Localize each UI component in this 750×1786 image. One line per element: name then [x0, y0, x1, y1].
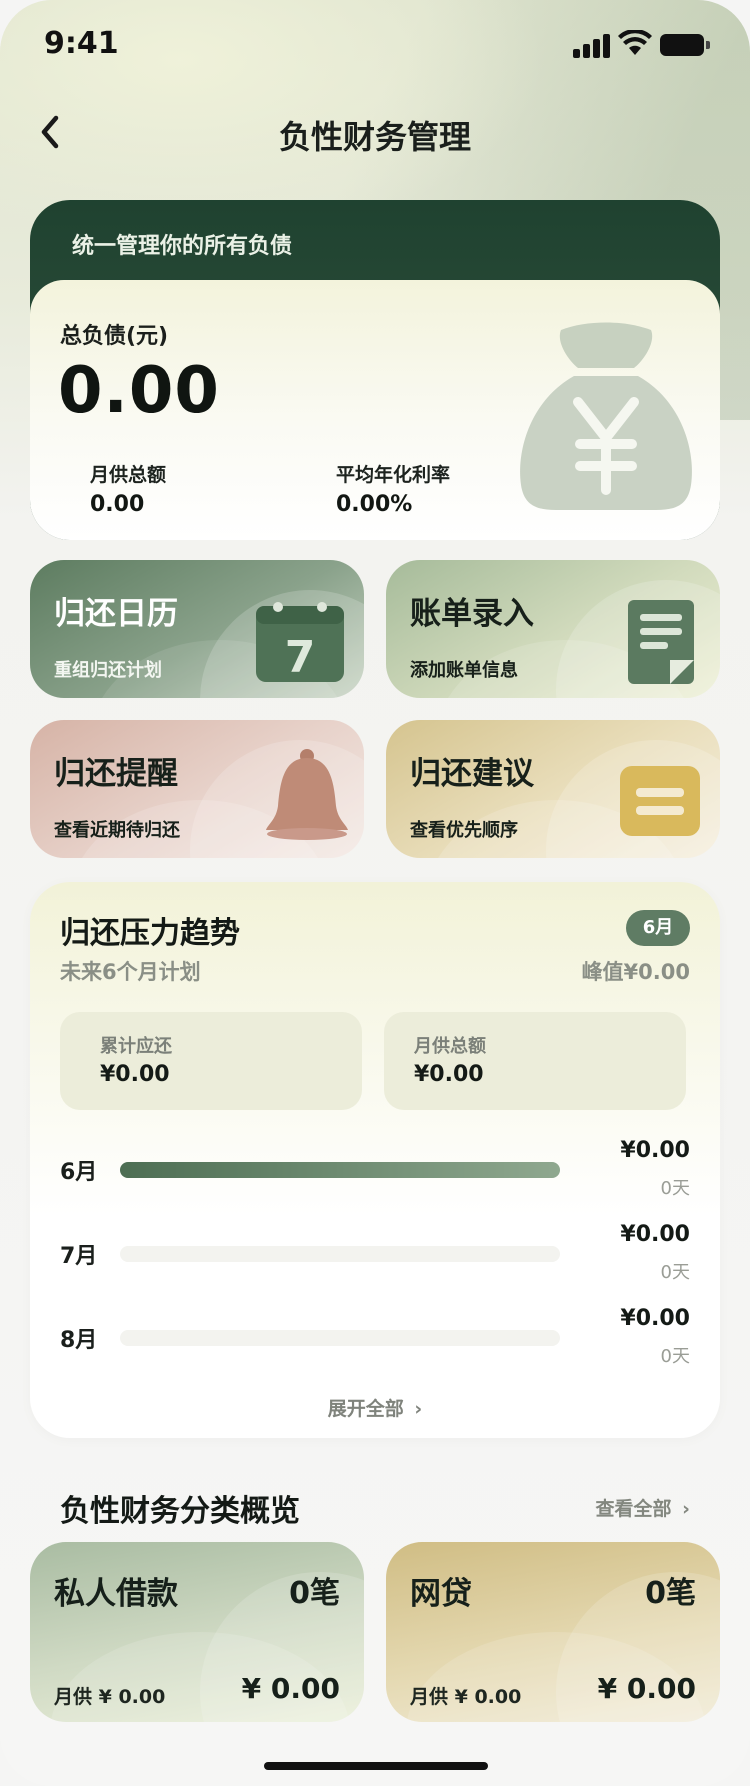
tile-subtitle: 查看优先顺序	[410, 820, 518, 841]
debt-summary-card: 统一管理你的所有负债 总负债(元) 0.00 月供总额 0.00 平均年化利率 …	[30, 200, 720, 540]
status-time: 9:41	[44, 26, 119, 61]
category-name: 网贷	[410, 1576, 472, 1612]
category-amount: ¥ 0.00	[597, 1672, 696, 1705]
trend-row-amount: ¥0.00	[620, 1138, 690, 1163]
document-edit-icon	[628, 600, 694, 684]
trend-row-days: 0天	[660, 1262, 690, 1283]
tile-title: 归还提醒	[54, 756, 178, 792]
bell-icon	[266, 749, 348, 840]
see-all-link[interactable]: 查看全部 ›	[596, 1494, 690, 1521]
trend-row-month: 6月	[60, 1160, 98, 1185]
trend-row-month: 7月	[60, 1244, 98, 1269]
trend-row-amount: ¥0.00	[620, 1222, 690, 1247]
calendar-icon: 7	[256, 602, 344, 683]
repay-calendar-tile[interactable]: 归还日历 重组归还计划 7	[30, 560, 364, 698]
calendar-day: 7	[285, 632, 316, 683]
monthly-total-label: 月供总额	[90, 464, 167, 486]
app-screen: 9:41 负性财务管理 统一管理你的所有负债 总负债(元) 0.00 月供总额 …	[0, 0, 750, 1786]
month-badge[interactable]: 6月	[626, 910, 690, 946]
repay-pressure-card: 归还压力趋势 未来6个月计划 6月 峰值¥0.00 累计应还 ¥0.00 月供总…	[30, 882, 720, 1438]
trend-row-days: 0天	[660, 1178, 690, 1199]
tile-title: 账单录入	[410, 596, 534, 632]
tile-subtitle: 查看近期待归还	[54, 820, 180, 841]
stat-label: 月供总额	[414, 1036, 486, 1057]
avg-rate-label: 平均年化利率	[336, 464, 451, 486]
expand-all-button[interactable]: 展开全部 ›	[30, 1394, 720, 1421]
message-icon	[620, 766, 700, 836]
category-section-title: 负性财务分类概览	[60, 1494, 300, 1529]
debt-card-header: 统一管理你的所有负债	[72, 234, 293, 259]
monthly-stat: 月供总额 ¥0.00	[384, 1012, 686, 1110]
trend-row-bar	[120, 1162, 560, 1178]
trend-subtitle: 未来6个月计划	[60, 960, 201, 984]
chevron-right-icon: ›	[414, 1398, 423, 1420]
wifi-icon	[618, 30, 652, 55]
trend-row-bar	[120, 1246, 560, 1262]
repay-advice-tile[interactable]: 归还建议 查看优先顺序	[386, 720, 720, 858]
peak-value: 峰值¥0.00	[581, 960, 690, 984]
expand-all-label: 展开全部	[327, 1398, 404, 1420]
chevron-right-icon: ›	[682, 1498, 690, 1520]
home-indicator[interactable]	[264, 1762, 488, 1770]
debt-card-body: 总负债(元) 0.00 月供总额 0.00 平均年化利率 0.00%	[30, 280, 720, 540]
category-monthly: 月供 ¥ 0.00	[410, 1686, 522, 1708]
trend-title: 归还压力趋势	[60, 916, 240, 951]
status-bar: 9:41	[0, 0, 750, 90]
trend-row-amount: ¥0.00	[620, 1306, 690, 1331]
trend-row-month: 8月	[60, 1328, 98, 1353]
tile-title: 归还日历	[54, 596, 178, 632]
trend-row-bar	[120, 1330, 560, 1346]
category-monthly: 月供 ¥ 0.00	[54, 1686, 166, 1708]
trend-row-days: 0天	[660, 1346, 690, 1367]
category-card-private-loan[interactable]: 私人借款 0笔 月供 ¥ 0.00 ¥ 0.00	[30, 1542, 364, 1722]
total-debt-label: 总负债(元)	[60, 324, 169, 349]
tile-subtitle: 添加账单信息	[410, 660, 518, 681]
cumulative-stat: 累计应还 ¥0.00	[60, 1012, 362, 1110]
tile-subtitle: 重组归还计划	[54, 660, 162, 681]
see-all-label: 查看全部	[595, 1498, 672, 1520]
category-name: 私人借款	[54, 1576, 178, 1612]
bill-entry-tile[interactable]: 账单录入 添加账单信息	[386, 560, 720, 698]
category-amount: ¥ 0.00	[241, 1672, 340, 1705]
trend-row-bar-fill	[120, 1162, 560, 1178]
category-card-online-loan[interactable]: 网贷 0笔 月供 ¥ 0.00 ¥ 0.00	[386, 1542, 720, 1722]
avg-rate-value: 0.00%	[336, 492, 413, 517]
page-title: 负性财务管理	[278, 118, 471, 156]
repay-reminder-tile[interactable]: 归还提醒 查看近期待归还	[30, 720, 364, 858]
tile-title: 归还建议	[410, 756, 534, 792]
battery-icon	[660, 34, 710, 56]
monthly-total-value: 0.00	[90, 492, 145, 517]
total-debt-value: 0.00	[58, 354, 220, 428]
stat-label: 累计应还	[100, 1036, 172, 1057]
money-bag-icon	[520, 322, 692, 510]
stat-value: ¥0.00	[414, 1062, 484, 1087]
stat-value: ¥0.00	[100, 1062, 170, 1087]
signal-icon	[573, 34, 611, 58]
category-count: 0笔	[289, 1576, 340, 1611]
category-count: 0笔	[645, 1576, 696, 1611]
